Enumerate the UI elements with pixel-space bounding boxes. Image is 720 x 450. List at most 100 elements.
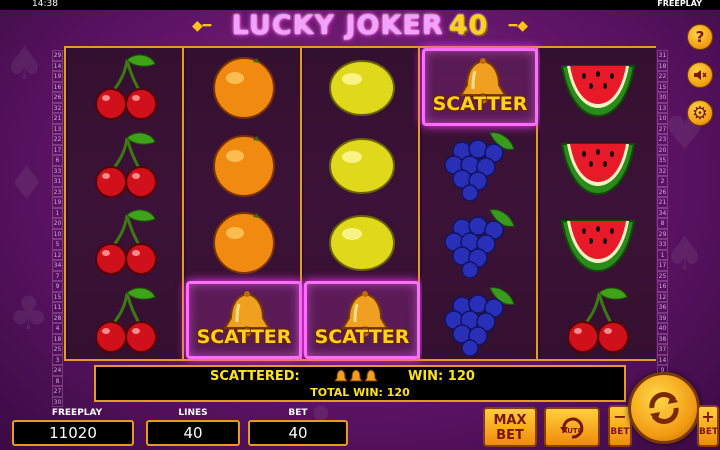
payline-number[interactable]: 24 <box>52 365 63 376</box>
payline-number[interactable]: 13 <box>52 123 63 134</box>
help-button[interactable]: ? <box>687 24 713 50</box>
payline-number[interactable]: 3 <box>52 354 63 365</box>
bet-value[interactable]: 40 <box>248 420 348 446</box>
payline-number[interactable]: 22 <box>52 134 63 145</box>
payline-number[interactable]: 20 <box>52 218 63 229</box>
auto-label: AUTO <box>562 427 584 435</box>
payline-number[interactable]: 21 <box>52 113 63 124</box>
payline-number[interactable]: 21 <box>657 197 668 208</box>
win-amount: WIN: 120 <box>408 369 475 384</box>
max-bet-button[interactable]: MAX BET <box>483 407 537 447</box>
payline-number[interactable]: 33 <box>657 239 668 250</box>
payline-number[interactable]: 27 <box>52 386 63 397</box>
payline-number[interactable]: 32 <box>657 165 668 176</box>
win-panel: SCATTERED: WIN: 120 TOTAL WIN: 120 <box>94 365 626 402</box>
payline-number[interactable]: 29 <box>52 50 63 61</box>
payline-number[interactable]: 17 <box>52 144 63 155</box>
payline-numbers-right: 31 18 22 15 30 13 10 27 23 20 35 32 2 26 21 34 8 29 33 1 17 2… <box>657 50 668 407</box>
autoplay-button[interactable]: AUTO <box>544 407 600 447</box>
reel-2: SCATTER <box>186 48 302 359</box>
scatter-label: SCATTER <box>432 93 528 115</box>
settings-button[interactable]: ⚙ <box>687 100 713 126</box>
payline-number[interactable]: 11 <box>52 302 63 313</box>
payline-number[interactable]: 25 <box>657 270 668 281</box>
payline-number[interactable]: 10 <box>657 113 668 124</box>
payline-number[interactable]: 40 <box>657 323 668 334</box>
cherry-symbol <box>68 126 184 204</box>
game-logo: ◆━ LUCKY JOKER 40 ━◆ <box>190 10 530 44</box>
payline-number[interactable]: 30 <box>52 396 63 407</box>
payline-number[interactable]: 31 <box>52 176 63 187</box>
payline-number[interactable]: 30 <box>657 92 668 103</box>
payline-number[interactable]: 18 <box>657 60 668 71</box>
payline-number[interactable]: 23 <box>52 186 63 197</box>
grapes-symbol <box>422 281 538 359</box>
payline-number[interactable]: 33 <box>52 165 63 176</box>
payline-number[interactable]: 12 <box>52 249 63 260</box>
payline-number[interactable]: 14 <box>657 354 668 365</box>
payline-number[interactable]: 34 <box>657 207 668 218</box>
watermelon-symbol <box>540 126 656 204</box>
payline-number[interactable]: 20 <box>657 144 668 155</box>
payline-number[interactable]: 32 <box>52 102 63 113</box>
payline-number[interactable]: 22 <box>657 71 668 82</box>
payline-number[interactable]: 4 <box>52 323 63 334</box>
payline-number[interactable]: 16 <box>52 81 63 92</box>
payline-number[interactable]: 1 <box>52 207 63 218</box>
bet-increase-button[interactable]: + BET <box>697 405 719 447</box>
payline-number[interactable]: 8 <box>52 375 63 386</box>
payline-number[interactable]: 19 <box>52 197 63 208</box>
lines-label: LINES <box>178 408 208 418</box>
lemon-symbol <box>304 48 420 126</box>
payline-number[interactable]: 34 <box>52 260 63 271</box>
payline-number[interactable]: 18 <box>52 333 63 344</box>
payline-number[interactable]: 8 <box>657 218 668 229</box>
payline-number[interactable]: 29 <box>657 228 668 239</box>
payline-number[interactable]: 14 <box>52 60 63 71</box>
cherry-symbol <box>68 281 184 359</box>
lines-value[interactable]: 40 <box>146 420 240 446</box>
spin-button[interactable] <box>628 372 700 444</box>
payline-number[interactable]: 1 <box>657 249 668 260</box>
payline-number[interactable]: 25 <box>52 344 63 355</box>
payline-number[interactable]: 17 <box>657 260 668 271</box>
payline-number[interactable]: 5 <box>52 239 63 250</box>
payline-number[interactable]: 27 <box>657 123 668 134</box>
payline-number[interactable]: 10 <box>52 228 63 239</box>
payline-number[interactable]: 31 <box>657 50 668 61</box>
sound-off-icon <box>694 70 707 80</box>
payline-number[interactable]: 38 <box>657 333 668 344</box>
cherry-symbol <box>68 203 184 281</box>
payline-number[interactable]: 6 <box>52 155 63 166</box>
payline-number[interactable]: 15 <box>657 81 668 92</box>
payline-number[interactable]: 9 <box>52 281 63 292</box>
payline-number[interactable]: 2 <box>657 176 668 187</box>
payline-number[interactable]: 12 <box>657 291 668 302</box>
reel-1 <box>68 48 184 359</box>
grapes-symbol <box>422 126 538 204</box>
payline-number[interactable]: 36 <box>657 302 668 313</box>
payline-number[interactable]: 39 <box>657 312 668 323</box>
sound-button[interactable] <box>687 62 713 88</box>
grapes-symbol <box>422 203 538 281</box>
scatter-label: SCATTER <box>196 325 292 348</box>
mode-label: FREEPLAY <box>657 0 702 8</box>
payline-number[interactable]: 26 <box>657 186 668 197</box>
scatter-count-icons <box>334 369 379 387</box>
settings-gear-icon: ⚙ <box>691 102 709 124</box>
payline-number[interactable]: 35 <box>657 155 668 166</box>
mini-bell-icon <box>334 369 348 382</box>
help-icon: ? <box>695 28 705 46</box>
watermelon-symbol <box>540 203 656 281</box>
payline-number[interactable]: 37 <box>657 344 668 355</box>
cherry-symbol <box>68 48 184 126</box>
payline-number[interactable]: 19 <box>52 71 63 82</box>
payline-number[interactable]: 15 <box>52 291 63 302</box>
payline-number[interactable]: 26 <box>52 92 63 103</box>
lemon-symbol <box>304 126 420 204</box>
payline-number[interactable]: 7 <box>52 270 63 281</box>
payline-number[interactable]: 16 <box>657 281 668 292</box>
payline-number[interactable]: 23 <box>657 134 668 145</box>
payline-number[interactable]: 13 <box>657 102 668 113</box>
payline-number[interactable]: 28 <box>52 312 63 323</box>
